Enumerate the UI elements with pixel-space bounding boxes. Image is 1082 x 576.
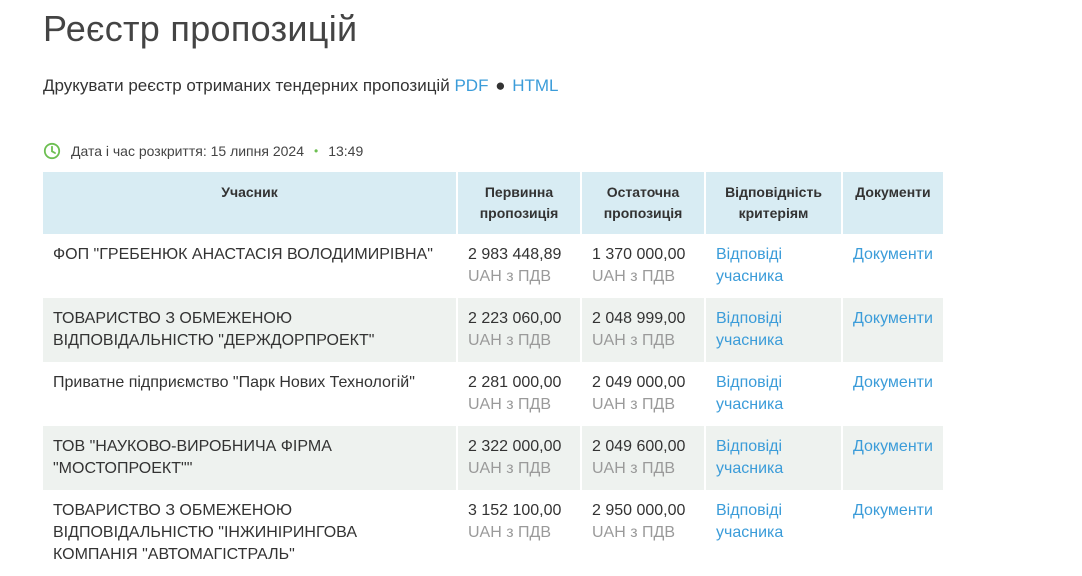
participant-name: ФОП "ГРЕБЕНЮК АНАСТАСІЯ ВОЛОДИМИРІВНА" [53, 246, 433, 263]
print-registry-line: Друкувати реєстр отриманих тендерних про… [43, 76, 558, 96]
print-pdf-link[interactable]: PDF [454, 76, 488, 95]
table-header-row: Учасник Первинна пропозиція Остаточна пр… [43, 172, 943, 234]
final-amount: 2 049 600,00 [592, 438, 686, 455]
table-row: Приватне підприємство "Парк Нових Технол… [43, 362, 943, 426]
table-row: ТОВ "НАУКОВО-ВИРОБНИЧА ФІРМА "МОСТОПРОЕК… [43, 426, 943, 490]
participant-cell: ТОВАРИСТВО З ОБМЕЖЕНОЮ ВІДПОВІДАЛЬНІСТЮ … [43, 490, 456, 576]
table-row: ТОВАРИСТВО З ОБМЕЖЕНОЮ ВІДПОВІДАЛЬНІСТЮ … [43, 490, 943, 576]
initial-bid-cell: 2 322 000,00 UAH з ПДВ [458, 426, 580, 490]
documents-cell: Документи [843, 234, 943, 298]
documents-cell: Документи [843, 362, 943, 426]
final-bid-cell: 2 950 000,00 UAH з ПДВ [582, 490, 704, 576]
initial-amount: 2 322 000,00 [468, 438, 562, 455]
initial-bid-cell: 2 983 448,89 UAH з ПДВ [458, 234, 580, 298]
initial-amount: 3 152 100,00 [468, 502, 562, 519]
documents-link[interactable]: Документи [853, 310, 933, 327]
documents-link[interactable]: Документи [853, 502, 933, 519]
participant-name: ТОВ "НАУКОВО-ВИРОБНИЧА ФІРМА "МОСТОПРОЕК… [53, 438, 332, 477]
opening-datetime: Дата і час розкриття: 15 липня 2024 • 13… [43, 142, 363, 160]
opening-separator-dot: • [314, 144, 319, 158]
initial-currency: UAH з ПДВ [468, 524, 552, 541]
criteria-cell: Відповіді учасника [706, 490, 841, 576]
final-currency: UAH з ПДВ [592, 460, 676, 477]
final-currency: UAH з ПДВ [592, 332, 676, 349]
criteria-cell: Відповіді учасника [706, 234, 841, 298]
participant-answers-link[interactable]: Відповіді учасника [716, 310, 783, 349]
participant-name: ТОВАРИСТВО З ОБМЕЖЕНОЮ ВІДПОВІДАЛЬНІСТЮ … [53, 502, 357, 563]
header-final-bid: Остаточна пропозиція [582, 172, 704, 234]
clock-icon [43, 142, 61, 160]
initial-bid-cell: 3 152 100,00 UAH з ПДВ [458, 490, 580, 576]
documents-cell: Документи [843, 490, 943, 576]
initial-currency: UAH з ПДВ [468, 268, 552, 285]
criteria-cell: Відповіді учасника [706, 298, 841, 362]
final-bid-cell: 1 370 000,00 UAH з ПДВ [582, 234, 704, 298]
header-participant: Учасник [43, 172, 456, 234]
table-row: ТОВАРИСТВО З ОБМЕЖЕНОЮ ВІДПОВІДАЛЬНІСТЮ … [43, 298, 943, 362]
initial-amount: 2 983 448,89 [468, 246, 562, 263]
final-amount: 2 048 999,00 [592, 310, 686, 327]
participant-name: ТОВАРИСТВО З ОБМЕЖЕНОЮ ВІДПОВІДАЛЬНІСТЮ … [53, 310, 375, 349]
participant-answers-link[interactable]: Відповіді учасника [716, 374, 783, 413]
documents-link[interactable]: Документи [853, 374, 933, 391]
final-bid-cell: 2 048 999,00 UAH з ПДВ [582, 298, 704, 362]
print-separator: ● [495, 76, 506, 95]
documents-link[interactable]: Документи [853, 438, 933, 455]
initial-amount: 2 281 000,00 [468, 374, 562, 391]
documents-cell: Документи [843, 426, 943, 490]
initial-currency: UAH з ПДВ [468, 460, 552, 477]
final-amount: 2 950 000,00 [592, 502, 686, 519]
header-criteria: Відповідність критеріям [706, 172, 841, 234]
print-registry-label: Друкувати реєстр отриманих тендерних про… [43, 76, 450, 95]
participant-cell: Приватне підприємство "Парк Нових Технол… [43, 362, 456, 426]
opening-date-label: Дата і час розкриття: 15 липня 2024 [71, 143, 304, 159]
initial-currency: UAH з ПДВ [468, 396, 552, 413]
final-currency: UAH з ПДВ [592, 524, 676, 541]
initial-bid-cell: 2 281 000,00 UAH з ПДВ [458, 362, 580, 426]
documents-link[interactable]: Документи [853, 246, 933, 263]
bids-registry-table: Учасник Первинна пропозиція Остаточна пр… [41, 172, 945, 576]
participant-cell: ТОВАРИСТВО З ОБМЕЖЕНОЮ ВІДПОВІДАЛЬНІСТЮ … [43, 298, 456, 362]
header-initial-bid: Первинна пропозиція [458, 172, 580, 234]
participant-cell: ФОП "ГРЕБЕНЮК АНАСТАСІЯ ВОЛОДИМИРІВНА" [43, 234, 456, 298]
participant-answers-link[interactable]: Відповіді учасника [716, 246, 783, 285]
final-bid-cell: 2 049 000,00 UAH з ПДВ [582, 362, 704, 426]
criteria-cell: Відповіді учасника [706, 362, 841, 426]
opening-time: 13:49 [328, 143, 364, 159]
print-html-link[interactable]: HTML [512, 76, 558, 95]
participant-answers-link[interactable]: Відповіді учасника [716, 502, 783, 541]
final-bid-cell: 2 049 600,00 UAH з ПДВ [582, 426, 704, 490]
participant-cell: ТОВ "НАУКОВО-ВИРОБНИЧА ФІРМА "МОСТОПРОЕК… [43, 426, 456, 490]
final-amount: 2 049 000,00 [592, 374, 686, 391]
page-title: Реєстр пропозицій [43, 8, 358, 49]
final-currency: UAH з ПДВ [592, 396, 676, 413]
initial-bid-cell: 2 223 060,00 UAH з ПДВ [458, 298, 580, 362]
participant-answers-link[interactable]: Відповіді учасника [716, 438, 783, 477]
final-currency: UAH з ПДВ [592, 268, 676, 285]
initial-amount: 2 223 060,00 [468, 310, 562, 327]
initial-currency: UAH з ПДВ [468, 332, 552, 349]
table-row: ФОП "ГРЕБЕНЮК АНАСТАСІЯ ВОЛОДИМИРІВНА" 2… [43, 234, 943, 298]
documents-cell: Документи [843, 298, 943, 362]
header-documents: Документи [843, 172, 943, 234]
participant-name: Приватне підприємство "Парк Нових Технол… [53, 374, 415, 391]
final-amount: 1 370 000,00 [592, 246, 686, 263]
criteria-cell: Відповіді учасника [706, 426, 841, 490]
